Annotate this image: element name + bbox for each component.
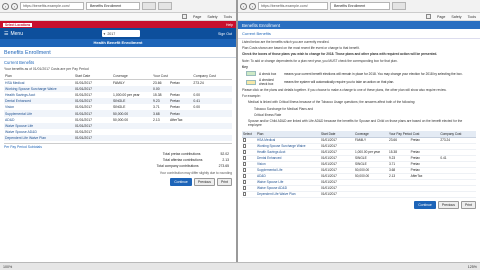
total-value: 273.65	[218, 164, 229, 169]
totals-block: Per Pay Period Subtotals Total pretax co…	[4, 143, 232, 169]
benefits-table: Plan Start Date Coverage Your Cost Compa…	[4, 73, 232, 142]
plan-select-checkbox[interactable]	[243, 162, 247, 166]
print-button[interactable]: Print	[461, 200, 476, 209]
key-label: A check box	[259, 71, 277, 76]
section-title: Current Benefits	[4, 60, 35, 65]
page-menu[interactable]: Page	[193, 15, 201, 19]
zoom-right[interactable]: 125%	[468, 265, 477, 269]
year-select[interactable]: ▾ 2017	[101, 30, 140, 37]
left-browser-chrome: ‹ › https://benefits.example.com/ Benefi…	[0, 0, 236, 13]
key-row: A check box means your current benefit e…	[238, 70, 480, 77]
command-bar: Page Safety Tools	[238, 13, 480, 21]
cell-your-cost	[388, 191, 410, 198]
cell-company-cost	[192, 135, 232, 142]
forward-icon[interactable]: ›	[249, 2, 256, 10]
sign-out-link[interactable]: Sign Out	[218, 32, 232, 36]
back-icon[interactable]: ‹	[240, 2, 247, 10]
menu-bar: ☰ Menu ▾ 2017 Sign Out	[0, 28, 236, 39]
back-icon[interactable]: ‹	[2, 2, 9, 10]
total-label: Total company contributions	[156, 164, 199, 169]
key-label: A checked check box	[259, 78, 274, 87]
safety-menu[interactable]: Safety	[207, 15, 217, 19]
top-nav: Select Locations Help	[0, 21, 236, 28]
cell-tax-type	[169, 135, 193, 142]
plan-select-checkbox[interactable]	[243, 168, 247, 172]
continue-button[interactable]: Continue	[170, 178, 192, 187]
plan-select-checkbox[interactable]	[243, 192, 247, 196]
rounding-footnote: Your contribution may differ slightly du…	[159, 171, 232, 176]
cell-tax-type	[409, 191, 440, 198]
total-label: Total aftertax contributions	[162, 157, 203, 162]
page-menu[interactable]: Page	[437, 15, 445, 19]
right-browser-window: ‹ › https://benefits.example.com/ Benefi…	[238, 0, 480, 262]
tab-2[interactable]	[392, 2, 406, 10]
address-bar[interactable]: https://benefits.example.com/	[258, 2, 328, 10]
tools-menu[interactable]: Tools	[468, 15, 476, 19]
plan-select-checkbox[interactable]	[243, 174, 247, 178]
zoom-left[interactable]: 100%	[3, 265, 12, 269]
left-browser-window: ‹ › https://benefits.example.com/ Benefi…	[0, 0, 236, 262]
right-browser-chrome: ‹ › https://benefits.example.com/ Benefi…	[238, 0, 480, 13]
page-banner: Health Benefit Enrollment	[0, 39, 236, 47]
tab-benefits[interactable]: Benefits Enrollment	[330, 2, 390, 10]
chevron-down-icon: ▾	[103, 31, 106, 36]
page-title: Benefits Enrollment	[0, 47, 236, 58]
cell-coverage	[112, 135, 152, 142]
example-item: Spouse and/or Child AD&D are linked with…	[248, 119, 463, 128]
total-label: Total pretax contributions	[162, 151, 201, 156]
tab-3[interactable]	[158, 2, 172, 10]
continue-button[interactable]: Continue	[414, 200, 436, 209]
command-bar: Page Safety Tools	[0, 13, 236, 21]
menu-button[interactable]: ☰ Menu	[4, 31, 23, 37]
cell-coverage	[354, 191, 388, 198]
checkbox-sample-icon	[246, 71, 256, 77]
forward-icon[interactable]: ›	[11, 2, 18, 10]
cell-plan: Dependent Life Waive Plan	[4, 135, 74, 142]
plan-select-checkbox[interactable]	[243, 144, 247, 148]
cell-start-date: 01/01/2017	[74, 135, 112, 142]
safety-menu[interactable]: Safety	[451, 15, 461, 19]
plan-select-checkbox[interactable]	[243, 138, 247, 142]
page-title: Benefits Enrollment	[238, 21, 480, 29]
key-row: A checked check box means the system wil…	[238, 77, 480, 87]
cell-start-date: 01/01/2017	[320, 191, 354, 198]
menu-label: Menu	[10, 30, 23, 37]
cell-select	[242, 191, 256, 198]
site-logo[interactable]: Select Locations	[3, 22, 33, 27]
plan-select-checkbox[interactable]	[243, 186, 247, 190]
key-text: means the system will automatically requ…	[284, 80, 395, 85]
key-text: means your current benefit elections wil…	[284, 71, 463, 76]
tab-2[interactable]	[142, 2, 156, 10]
plan-select-checkbox[interactable]	[243, 180, 247, 184]
cell-company-cost	[439, 191, 476, 198]
help-link[interactable]: Help	[226, 23, 233, 27]
tab-benefits[interactable]: Benefits Enrollment	[86, 2, 140, 10]
right-button-row: Continue Previous Print	[238, 200, 480, 210]
year-value: 2017	[107, 31, 116, 36]
table-row: Dependent Life Waive Plan 01/01/2017	[242, 191, 476, 198]
previous-button[interactable]: Previous	[193, 178, 216, 187]
cell-your-cost	[152, 135, 169, 142]
left-button-row: Continue Previous Print	[0, 177, 236, 187]
table-row: Dependent Life Waive Plan 01/01/2017	[4, 135, 232, 142]
select-benefits-table: Select Plan Start Date Coverage Your Pay…	[242, 131, 476, 198]
section-title: Current Benefits	[238, 29, 480, 39]
plan-select-checkbox[interactable]	[243, 156, 247, 160]
checked-checkbox-sample-icon	[246, 79, 256, 85]
status-bar: 100% 125%	[0, 262, 480, 270]
home-icon[interactable]	[182, 14, 187, 19]
total-value: 52.02	[220, 151, 230, 156]
print-button[interactable]: Print	[217, 178, 232, 187]
cell-plan: Dependent Life Waive Plan	[256, 191, 320, 198]
total-value: 2.13	[222, 157, 229, 162]
plan-select-checkbox[interactable]	[243, 150, 247, 154]
home-icon[interactable]	[426, 14, 431, 19]
tools-menu[interactable]: Tools	[224, 15, 232, 19]
hamburger-icon: ☰	[4, 30, 9, 37]
previous-button[interactable]: Previous	[437, 200, 460, 209]
address-bar[interactable]: https://benefits.example.com/	[20, 2, 84, 10]
